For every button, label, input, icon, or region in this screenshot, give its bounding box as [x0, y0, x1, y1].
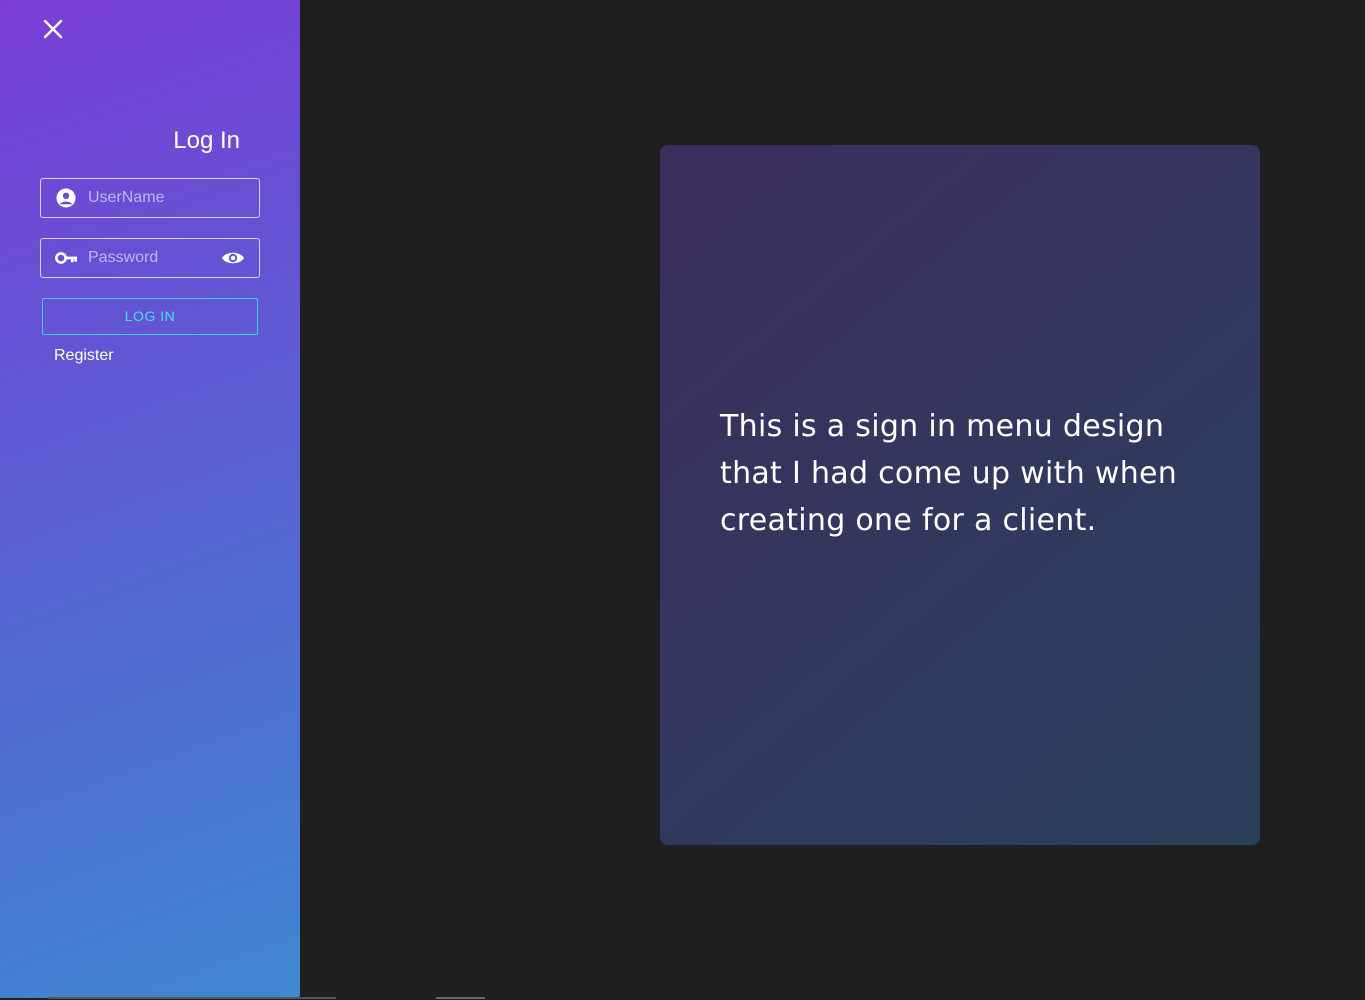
eye-icon[interactable]: [221, 248, 245, 268]
account-circle-icon: [55, 188, 77, 208]
login-title: Log In: [173, 127, 240, 154]
login-sidebar: Log In LOG: [0, 0, 300, 998]
password-field[interactable]: [40, 238, 260, 278]
password-input[interactable]: [88, 239, 218, 277]
username-field[interactable]: [40, 178, 260, 218]
key-icon: [55, 248, 77, 268]
login-button[interactable]: LOG IN: [42, 298, 258, 335]
info-card: This is a sign in menu design that I had…: [660, 145, 1260, 845]
close-icon[interactable]: [40, 16, 66, 42]
horizontal-scrollbar[interactable]: [48, 997, 336, 999]
register-link[interactable]: Register: [54, 347, 114, 365]
username-input[interactable]: [88, 179, 218, 217]
scrollbar-thumb[interactable]: [436, 997, 485, 999]
card-description: This is a sign in menu design that I had…: [720, 409, 1178, 538]
